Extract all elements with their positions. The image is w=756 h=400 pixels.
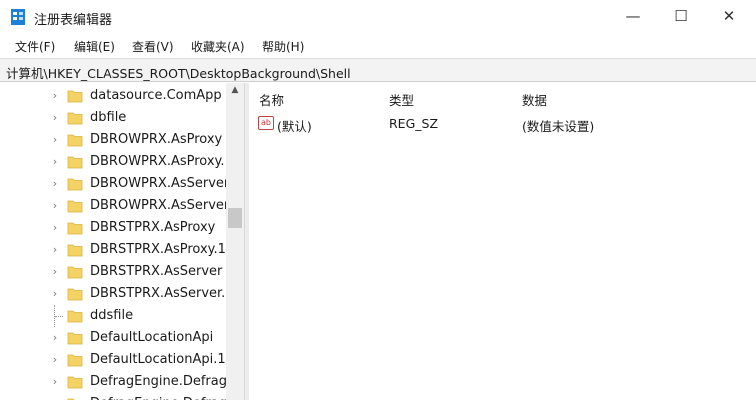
tree-item[interactable]: › DBROWPRX.AsServer [0, 173, 226, 195]
tree-item-label: ddsfile [90, 308, 134, 323]
folder-icon [67, 200, 83, 213]
value-type: REG_SZ [389, 116, 439, 131]
column-header-data[interactable]: 数据 [522, 90, 547, 109]
tree-item-label: datasource.ComApp [90, 88, 222, 103]
value-name: (默认) [277, 119, 312, 134]
close-button[interactable]: ✕ [706, 0, 752, 32]
tree-item[interactable]: › DBROWPRX.AsProxy. [0, 151, 226, 173]
chevron-right-icon[interactable]: › [50, 331, 60, 344]
tree-scrollbar[interactable]: ▲ [226, 83, 244, 400]
chevron-right-icon[interactable]: › [50, 89, 60, 102]
folder-icon [67, 310, 83, 323]
address-path[interactable]: 计算机\HKEY_CLASSES_ROOT\DesktopBackground\… [6, 63, 351, 82]
tree-item-label: DBRSTPRX.AsProxy.1 [90, 242, 226, 257]
chevron-right-icon[interactable]: › [50, 375, 60, 388]
folder-icon [67, 90, 83, 103]
window-title: 注册表编辑器 [34, 13, 113, 28]
string-value-icon: ab [258, 116, 274, 130]
folder-icon [67, 222, 83, 235]
menu-favorites[interactable]: 收藏夹(A) [191, 38, 245, 55]
values-list: 名称 类型 数据 ab (默认) REG_SZ (数值未设置) [249, 83, 756, 400]
tree-item[interactable]: ›DefragEngine.Defrag [0, 393, 226, 400]
folder-icon [67, 134, 83, 147]
menu-help[interactable]: 帮助(H) [262, 38, 304, 55]
tree-item[interactable]: › DefragEngine.Defrag [0, 371, 226, 393]
folder-icon [67, 156, 83, 169]
folder-icon [67, 376, 83, 389]
tree-item-label: DBRSTPRX.AsServer [90, 264, 223, 279]
chevron-right-icon[interactable]: › [50, 243, 60, 256]
menu-bar: 文件(F) 编辑(E) 查看(V) 收藏夹(A) 帮助(H) [0, 34, 756, 58]
tree-item-label: DBROWPRX.AsProxy [90, 132, 223, 147]
tree-item[interactable]: › DefaultLocationApi [0, 327, 226, 349]
tree-item[interactable]: › DBRSTPRX.AsServer.1 [0, 283, 226, 305]
tree-item-label: DefaultLocationApi.1 [90, 352, 226, 367]
chevron-right-icon[interactable]: › [50, 177, 60, 190]
folder-icon [67, 332, 83, 345]
chevron-right-icon[interactable]: › [50, 221, 60, 234]
tree-item[interactable]: › DBRSTPRX.AsProxy.1 [0, 239, 226, 261]
title-bar: 注册表编辑器 — ☐ ✕ [0, 0, 756, 34]
tree-item-label: DefragEngine.Defrag [90, 374, 226, 389]
minimize-button[interactable]: — [610, 0, 656, 32]
tree-item-label: DefragEngine.Defrag [90, 396, 226, 400]
tree-item-label: DBROWPRX.AsServer [90, 176, 226, 191]
chevron-right-icon[interactable]: › [50, 199, 60, 212]
chevron-right-icon[interactable]: › [50, 155, 60, 168]
scroll-thumb[interactable] [228, 208, 242, 228]
maximize-button[interactable]: ☐ [658, 0, 704, 32]
tree-item-label: dbfile [90, 110, 127, 125]
value-data: (数值未设置) [522, 119, 595, 134]
tree-item[interactable]: › DBROWPRX.AsServer [0, 195, 226, 217]
column-header-name[interactable]: 名称 [259, 90, 284, 109]
value-row-default[interactable]: ab (默认) REG_SZ (数值未设置) [249, 113, 756, 135]
tree-item[interactable]: › DBRSTPRX.AsServer [0, 261, 226, 283]
menu-edit[interactable]: 编辑(E) [74, 38, 115, 55]
registry-tree: › datasource.ComApp › dbfile › DBROWPRX.AsPro… [0, 83, 244, 400]
folder-icon [67, 244, 83, 257]
tree-item-label: DBROWPRX.AsProxy. [90, 154, 225, 169]
tree-item-label: DBRSTPRX.AsProxy [90, 220, 216, 235]
tree-item[interactable]: › DefaultLocationApi.1 [0, 349, 226, 371]
tree-item-label: DBRSTPRX.AsServer.1 [90, 286, 226, 301]
menu-file[interactable]: 文件(F) [15, 38, 55, 55]
menu-view[interactable]: 查看(V) [132, 38, 174, 55]
tree-connector-line [54, 305, 64, 327]
chevron-right-icon[interactable]: › [50, 353, 60, 366]
tree-item[interactable]: › dbfile [0, 107, 226, 129]
column-header-type[interactable]: 类型 [389, 90, 414, 109]
chevron-right-icon[interactable]: › [50, 111, 60, 124]
tree-item-label: DefaultLocationApi [90, 330, 214, 345]
folder-icon [67, 266, 83, 279]
address-bar[interactable]: 计算机\HKEY_CLASSES_ROOT\DesktopBackground\… [0, 58, 756, 82]
scroll-up-arrow-icon[interactable]: ▲ [226, 85, 244, 99]
folder-icon [67, 354, 83, 367]
chevron-right-icon[interactable]: › [50, 287, 60, 300]
regedit-app-icon [11, 9, 25, 25]
folder-icon [67, 288, 83, 301]
chevron-right-icon[interactable]: › [50, 265, 60, 278]
folder-icon [67, 112, 83, 125]
chevron-right-icon[interactable]: › [50, 133, 60, 146]
tree-item[interactable]: ddsfile [0, 305, 226, 327]
folder-icon [67, 178, 83, 191]
tree-item[interactable]: › DBROWPRX.AsProxy [0, 129, 226, 151]
tree-item[interactable]: › datasource.ComApp [0, 85, 226, 107]
tree-item-label: DBROWPRX.AsServer [90, 198, 226, 213]
tree-item[interactable]: › DBRSTPRX.AsProxy [0, 217, 226, 239]
